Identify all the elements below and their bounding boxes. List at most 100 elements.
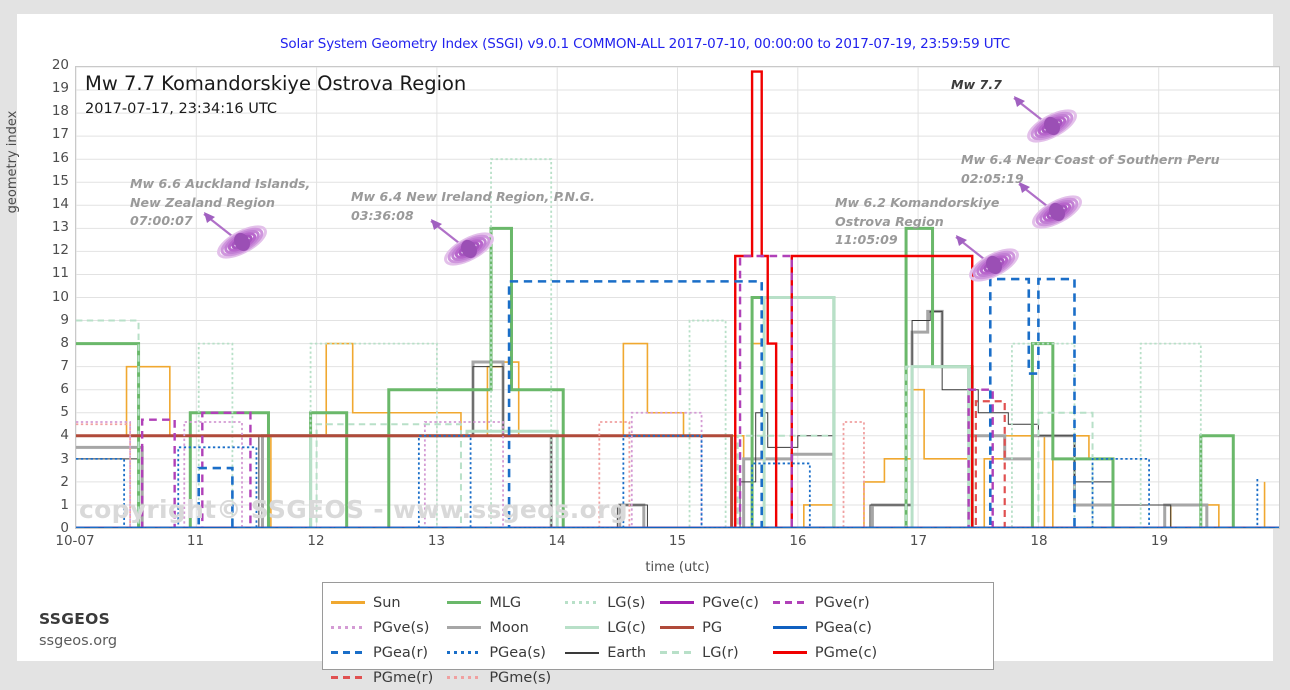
x-axis-ticks: 10-07 11 12 13 14 15 16 17 18 19 bbox=[55, 533, 1280, 555]
legend-swatch-icon bbox=[660, 626, 695, 629]
legend-swatch-icon bbox=[660, 601, 695, 604]
y-tick-label: 4 bbox=[60, 427, 69, 444]
legend-swatch-icon bbox=[772, 651, 807, 654]
event-headline-title: Mw 7.7 Komandorskiye Ostrova Region bbox=[85, 72, 467, 95]
legend-item[interactable]: PGme(s) bbox=[447, 665, 551, 690]
y-tick-label: 9 bbox=[60, 311, 69, 328]
x-tick-label: 17 bbox=[909, 533, 928, 549]
legend-item[interactable]: LG(s) bbox=[565, 590, 646, 615]
event-headline-time: 2017-07-17, 23:34:16 UTC bbox=[85, 101, 277, 117]
legend-swatch-icon bbox=[447, 676, 482, 679]
chart-card: Solar System Geometry Index (SSGI) v9.0.… bbox=[5, 14, 1280, 686]
legend-label: PGve(c) bbox=[702, 594, 759, 611]
x-tick-label: 19 bbox=[1150, 533, 1169, 549]
legend-item[interactable]: PG bbox=[660, 615, 759, 640]
eq-komandorskiye-62-marker-icon bbox=[955, 235, 1019, 282]
legend-swatch-icon bbox=[447, 651, 482, 654]
annotation-line: Mw 6.4 New Ireland Region, P.N.G. bbox=[351, 189, 595, 204]
legend-item[interactable]: PGve(r) bbox=[772, 590, 877, 615]
legend-label: PGve(s) bbox=[373, 619, 430, 636]
legend-label: Moon bbox=[489, 619, 529, 636]
legend-item[interactable]: PGme(r) bbox=[331, 665, 433, 690]
data-layer bbox=[76, 67, 1279, 528]
eq-peru-marker-icon bbox=[1018, 182, 1082, 229]
x-tick-label: 10-07 bbox=[55, 533, 95, 549]
legend-item[interactable]: PGme(c) bbox=[772, 640, 878, 665]
legend-item[interactable]: PGve(s) bbox=[331, 615, 433, 640]
legend-label: LG(s) bbox=[607, 594, 646, 611]
x-tick-label: 16 bbox=[789, 533, 807, 549]
x-tick-label: 13 bbox=[427, 533, 446, 549]
legend-swatch-icon bbox=[447, 601, 482, 604]
x-tick-label: 12 bbox=[307, 533, 325, 549]
legend-swatch-icon bbox=[660, 651, 695, 654]
legend-swatch-icon bbox=[772, 626, 807, 629]
legend-swatch-icon bbox=[447, 626, 482, 629]
x-axis-label: time (utc) bbox=[645, 560, 710, 575]
legend: Sun MLG LG(s) PGve(c) PGve(r) PGve(s) Moon LG(c… bbox=[322, 582, 994, 686]
footer-brand: SSGEOS bbox=[39, 610, 111, 628]
legend-item[interactable]: PGea(r) bbox=[331, 640, 433, 665]
legend-label: PGea(c) bbox=[814, 619, 872, 636]
footer: SSGEOS ssgeos.org bbox=[39, 610, 117, 649]
legend-label: PGme(r) bbox=[373, 669, 434, 686]
legend-item[interactable]: PGea(s) bbox=[447, 640, 551, 665]
legend-label: MLG bbox=[489, 594, 522, 611]
x-tick-label: 15 bbox=[668, 533, 687, 549]
x-tick-label: 18 bbox=[1030, 533, 1048, 549]
y-tick-label: 15 bbox=[51, 172, 69, 189]
legend-label: PGme(c) bbox=[814, 644, 878, 661]
legend-label: PGea(s) bbox=[489, 644, 546, 661]
footer-site: ssgeos.org bbox=[39, 633, 118, 649]
y-tick-label: 20 bbox=[51, 57, 69, 73]
y-tick-label: 10 bbox=[51, 288, 69, 305]
legend-swatch-icon bbox=[331, 626, 365, 629]
x-tick-label: 11 bbox=[186, 533, 205, 549]
legend-label: PGve(r) bbox=[814, 594, 870, 611]
page-title: Solar System Geometry Index (SSGI) v9.0.… bbox=[279, 36, 1011, 52]
legend-item[interactable]: MLG bbox=[447, 590, 551, 615]
legend-item[interactable]: Earth bbox=[565, 640, 646, 665]
y-axis-label: geometry index bbox=[5, 110, 20, 214]
plot-area bbox=[75, 66, 1280, 529]
legend-label: PGme(s) bbox=[489, 669, 552, 686]
y-tick-label: 1 bbox=[60, 496, 69, 513]
watermark: copyright© SSGEOS - www.ssgeos.org bbox=[79, 495, 628, 524]
y-tick-label: 18 bbox=[51, 103, 69, 120]
legend-label: LG(c) bbox=[607, 619, 646, 636]
event-headline: Mw 7.7 Komandorskiye Ostrova Region 2017… bbox=[85, 72, 466, 119]
y-axis-ticks: 0 1 2 3 4 5 6 7 8 9 10 11 12 13 14 15 16 17 18 19 20 bbox=[17, 57, 69, 536]
y-tick-label: 11 bbox=[51, 265, 69, 282]
y-tick-label: 16 bbox=[51, 149, 69, 166]
legend-label: LG(r) bbox=[702, 644, 739, 661]
y-tick-label: 8 bbox=[60, 334, 69, 351]
legend-label: PG bbox=[702, 619, 723, 636]
legend-item[interactable]: PGve(c) bbox=[660, 590, 759, 615]
y-tick-label: 12 bbox=[51, 242, 69, 259]
y-tick-label: 19 bbox=[51, 80, 69, 97]
legend-swatch-icon bbox=[565, 601, 600, 604]
legend-swatch-icon bbox=[565, 651, 600, 654]
y-tick-label: 17 bbox=[51, 126, 69, 143]
legend-item[interactable]: PGea(c) bbox=[772, 615, 877, 640]
annotation-line: Mw 7.7 bbox=[951, 77, 1002, 92]
legend-swatch-icon bbox=[565, 626, 600, 629]
y-tick-label: 14 bbox=[51, 195, 69, 212]
legend-swatch-icon bbox=[772, 601, 807, 604]
eq-komandorskiye-77-marker-icon bbox=[1013, 96, 1077, 143]
legend-item[interactable]: Moon bbox=[447, 615, 551, 640]
legend-grid: Sun MLG LG(s) PGve(c) PGve(r) PGve(s) Moon LG(c… bbox=[331, 590, 877, 690]
eq-komandorskiye-77-label: Mw 7.7 bbox=[951, 76, 1002, 95]
legend-label: Sun bbox=[373, 594, 401, 611]
annotation-line: Mw 6.6 Auckland Islands, bbox=[130, 176, 311, 191]
y-tick-label: 13 bbox=[51, 219, 69, 236]
legend-item[interactable]: Sun bbox=[331, 590, 433, 615]
y-tick-label: 2 bbox=[60, 473, 69, 490]
eq-new-ireland-marker-icon bbox=[430, 219, 494, 266]
legend-swatch-icon bbox=[331, 601, 365, 604]
legend-item[interactable]: LG(c) bbox=[565, 615, 646, 640]
annotation-line: Mw 6.2 Komandorskiye bbox=[835, 195, 1000, 210]
legend-item[interactable]: LG(r) bbox=[660, 640, 759, 665]
series-line bbox=[76, 279, 1279, 528]
x-tick-label: 14 bbox=[548, 533, 566, 549]
